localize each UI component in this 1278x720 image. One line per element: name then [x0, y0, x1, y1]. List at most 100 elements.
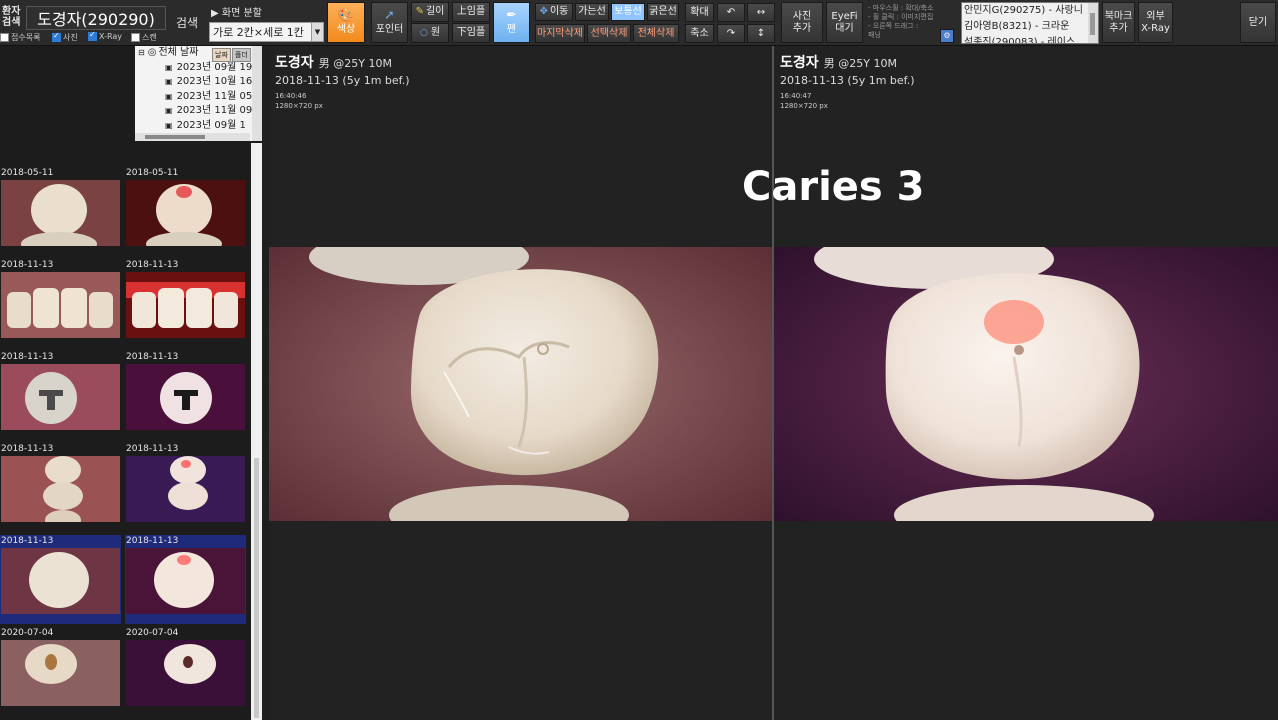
external-xray-button[interactable]: 외부 X-Ray — [1138, 2, 1173, 43]
patient-name-field[interactable]: 도경자(290290) — [26, 6, 166, 30]
upper-implant-button[interactable]: 上임플 — [452, 2, 490, 22]
patient-name-label: 도경자 — [275, 55, 314, 71]
zoom-out-button[interactable]: 축소 — [685, 24, 714, 43]
viewer-pane-left[interactable]: 도경자 男 @25Y 10M 2018-11-13 (5y 1m bef.) 1… — [269, 46, 772, 720]
tree-horizontal-scrollbar[interactable] — [135, 133, 250, 141]
thumbnail[interactable]: 2020-07-04 — [0, 627, 121, 716]
circle-button[interactable]: ○ 원 — [411, 23, 449, 43]
scrollbar-thumb[interactable] — [254, 458, 259, 718]
rotate-right-button[interactable]: ↷ — [717, 24, 745, 43]
move-icon: ✥ — [539, 6, 548, 18]
size-label: 1280×720 px — [780, 102, 828, 110]
thumbnail-image — [126, 180, 245, 246]
rotate-left-button[interactable]: ↶ — [717, 3, 745, 22]
pencil-icon: ✎ — [415, 6, 424, 18]
dental-photo-left[interactable] — [269, 247, 772, 521]
thumbnail[interactable] — [0, 143, 121, 152]
palette-icon: 🎨 — [337, 8, 355, 24]
pointer-icon: ➚ — [384, 8, 395, 24]
thin-line-button[interactable]: 가는선 — [575, 3, 609, 21]
flip-vertical-icon: ↕ — [756, 27, 766, 39]
thumbnail[interactable]: 2018-11-13 — [125, 351, 246, 440]
thumbnail-selected[interactable]: 2018-11-13 — [125, 535, 246, 624]
image-viewer: 도경자 男 @25Y 10M 2018-11-13 (5y 1m bef.) 1… — [262, 46, 1278, 720]
patient-list[interactable]: 안민지G(290275) - 사랑니 김아영B(8321) - 크라운 석종진(… — [961, 2, 1099, 44]
tree-item[interactable]: ▣ 2023년 11월 05 — [135, 90, 262, 105]
pointer-button[interactable]: ➚ 포인터 — [371, 2, 408, 43]
thumbnail-image — [126, 640, 245, 706]
tree-item[interactable]: ▣ 2023년 10월 16 — [135, 75, 262, 90]
search-button[interactable]: 검색 — [176, 14, 198, 31]
date-label: 2018-11-13 (5y 1m bef.) — [780, 74, 915, 87]
thumbnail-scrollbar[interactable] — [251, 143, 262, 720]
pen-icon: ✒ — [506, 8, 517, 24]
thumbnail[interactable] — [125, 143, 246, 152]
folder-icon: ▣ — [165, 120, 173, 130]
add-photo-button[interactable]: 사진 추가 — [781, 2, 823, 43]
flip-vertical-button[interactable]: ↕ — [747, 24, 775, 43]
camera-icon: ◎ — [147, 47, 157, 58]
checkbox-reception[interactable]: 접수목록 — [0, 32, 40, 43]
date-label: 2018-11-13 (5y 1m bef.) — [275, 74, 410, 87]
thumbnail[interactable]: 2018-11-13 — [0, 351, 121, 440]
thumbnail[interactable]: 2020-07-04 — [125, 627, 246, 716]
flip-horizontal-icon: ↔ — [756, 6, 766, 18]
delete-all-button[interactable]: 전체삭제 — [633, 24, 679, 43]
patient-search-label: 환자 검색 — [2, 6, 21, 28]
split-select[interactable]: 가로 2칸×세로 1칸 ▼ — [209, 22, 324, 42]
patient-list-item[interactable]: 석종진(290083) - 레이스 — [962, 35, 1098, 43]
tab-folder[interactable]: 폴더 — [231, 48, 251, 62]
size-label: 1280×720 px — [275, 102, 323, 110]
color-button[interactable]: 🎨 색상 — [327, 2, 365, 43]
lower-implant-button[interactable]: 下임플 — [452, 23, 490, 43]
bookmark-button[interactable]: 북마크 추가 — [1102, 2, 1135, 43]
folder-icon: ▣ — [165, 106, 173, 115]
thick-line-button[interactable]: 굵은선 — [647, 3, 679, 21]
length-button[interactable]: ✎ 길이 — [411, 2, 449, 22]
eyefi-button[interactable]: EyeFi 대기 — [826, 2, 863, 43]
tree-item[interactable]: ▣ 2023년 09월 1 — [135, 119, 262, 134]
patient-list-item[interactable]: 안민지G(290275) - 사랑니 — [962, 3, 1098, 19]
thumbnail[interactable]: 2018-11-13 — [125, 259, 246, 348]
checkbox-xray[interactable]: X-Ray — [88, 30, 122, 41]
thumbnail-image — [1, 548, 120, 614]
time-label: 16:40:47 — [780, 92, 812, 100]
zoom-in-button[interactable]: 확대 — [685, 3, 714, 22]
dental-photo-right[interactable] — [774, 247, 1278, 521]
patient-list-scrollbar[interactable] — [1088, 3, 1098, 43]
thumbnail[interactable]: 2018-05-11 — [125, 167, 246, 256]
tree-item[interactable]: ▣ 2023년 11월 09 — [135, 104, 262, 119]
sex-age-label: 男 @25Y 10M — [823, 57, 897, 70]
normal-line-button[interactable]: 보통선 — [611, 3, 645, 21]
thumbnail[interactable]: 2018-11-13 — [0, 259, 121, 348]
thumbnail-image — [1, 180, 120, 246]
move-button[interactable]: ✥ 이동 — [535, 3, 573, 21]
thumbnail-image — [126, 548, 245, 614]
delete-selected-button[interactable]: 선택삭제 — [587, 24, 631, 43]
settings-gear-icon[interactable]: ⚙ — [940, 29, 954, 43]
delete-last-button[interactable]: 마지막삭제 — [535, 24, 585, 43]
folder-icon: ▣ — [165, 77, 173, 86]
flip-horizontal-button[interactable]: ↔ — [747, 3, 775, 22]
viewer-pane-right[interactable]: 도경자 男 @25Y 10M 2018-11-13 (5y 1m bef.) 1… — [774, 46, 1278, 720]
chevron-down-icon: ▼ — [311, 23, 323, 41]
close-button[interactable]: 닫기 — [1240, 2, 1276, 43]
date-tree: ⊟ ◎ 전체 날짜 날짜 폴더 ▣ 2023년 09월 19 ▣ 2023년 10월… — [135, 46, 262, 141]
checkbox-photo[interactable]: 사진 — [52, 31, 78, 43]
sex-age-label: 男 @25Y 10M — [318, 57, 392, 70]
pen-button[interactable]: ✒ 펜 — [493, 2, 530, 43]
thumbnail-image — [126, 456, 245, 522]
thumbnail[interactable]: 2018-11-13 — [125, 443, 246, 532]
image-info-right: 도경자 男 @25Y 10M 2018-11-13 (5y 1m bef.) 1… — [780, 52, 915, 111]
thumbnail[interactable]: 2018-11-13 — [0, 443, 121, 532]
tab-date[interactable]: 날짜 — [212, 48, 231, 62]
tree-item[interactable]: ▣ 2023년 09월 19 — [135, 61, 262, 76]
patient-list-item[interactable]: 김아영B(8321) - 크라운 — [962, 19, 1098, 35]
thumbnail[interactable]: 2018-05-11 — [0, 167, 121, 256]
checkbox-scan[interactable]: 스캔 — [131, 32, 157, 43]
dental-image-viewer: 환자 검색 도경자(290290) 검색 접수목록 사진 X-Ray 스캔 ▶ … — [0, 0, 1278, 720]
image-info-left: 도경자 男 @25Y 10M 2018-11-13 (5y 1m bef.) 1… — [275, 52, 410, 111]
thumbnail-selected[interactable]: 2018-11-13 — [0, 535, 121, 624]
tree-tabs: 날짜 폴더 — [212, 48, 251, 62]
tree-vertical-scrollbar[interactable] — [252, 46, 262, 141]
